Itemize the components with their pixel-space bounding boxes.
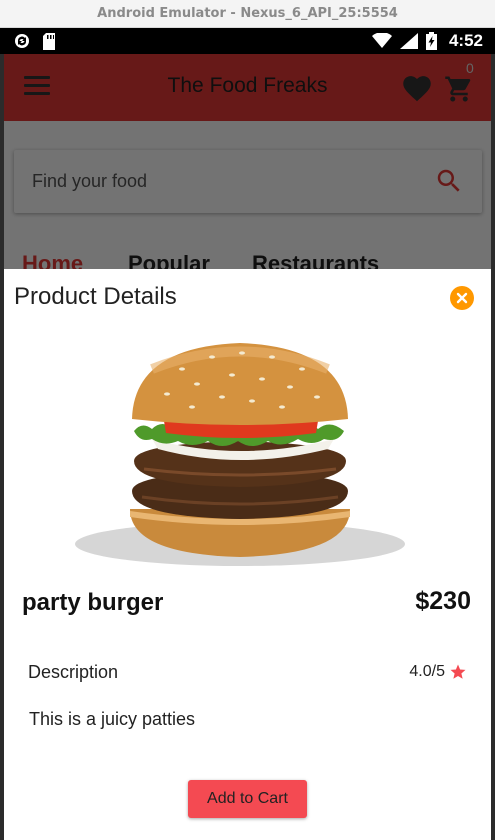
cart-count-badge: 0 — [466, 60, 474, 76]
product-name: party burger — [22, 589, 164, 616]
search-input[interactable] — [32, 168, 412, 194]
sheet-title: Product Details — [14, 283, 177, 310]
product-price: $230 — [415, 587, 471, 615]
search-bar — [14, 150, 482, 213]
add-to-cart-button[interactable]: Add to Cart — [188, 780, 307, 818]
close-icon — [456, 292, 468, 304]
cart-icon[interactable] — [444, 74, 474, 104]
product-details-sheet: Product Details party burger $230 Descri… — [4, 269, 491, 840]
product-rating: 4.0/5 — [409, 663, 467, 681]
product-image — [75, 343, 405, 566]
battery-charging-icon — [425, 32, 437, 50]
star-icon — [450, 664, 466, 679]
emulator-title: Android Emulator - Nexus_6_API_25:5554 — [97, 6, 398, 21]
emulator-title-bar: Android Emulator - Nexus_6_API_25:5554 — [0, 0, 495, 28]
sync-icon — [15, 34, 29, 48]
status-bar: 4:52 — [0, 28, 495, 54]
product-description: This is a juicy patties — [29, 709, 196, 729]
status-time: 4:52 — [448, 31, 483, 50]
signal-icon — [399, 33, 418, 49]
app-bar: The Food Freaks 0 — [4, 54, 491, 121]
search-icon[interactable] — [434, 166, 464, 196]
description-heading: Description — [28, 662, 119, 682]
close-button[interactable] — [450, 286, 474, 310]
rating-value: 4.0/5 — [409, 663, 445, 680]
heart-icon[interactable] — [403, 76, 431, 102]
wifi-icon — [371, 33, 392, 48]
sd-card-icon — [43, 32, 55, 50]
